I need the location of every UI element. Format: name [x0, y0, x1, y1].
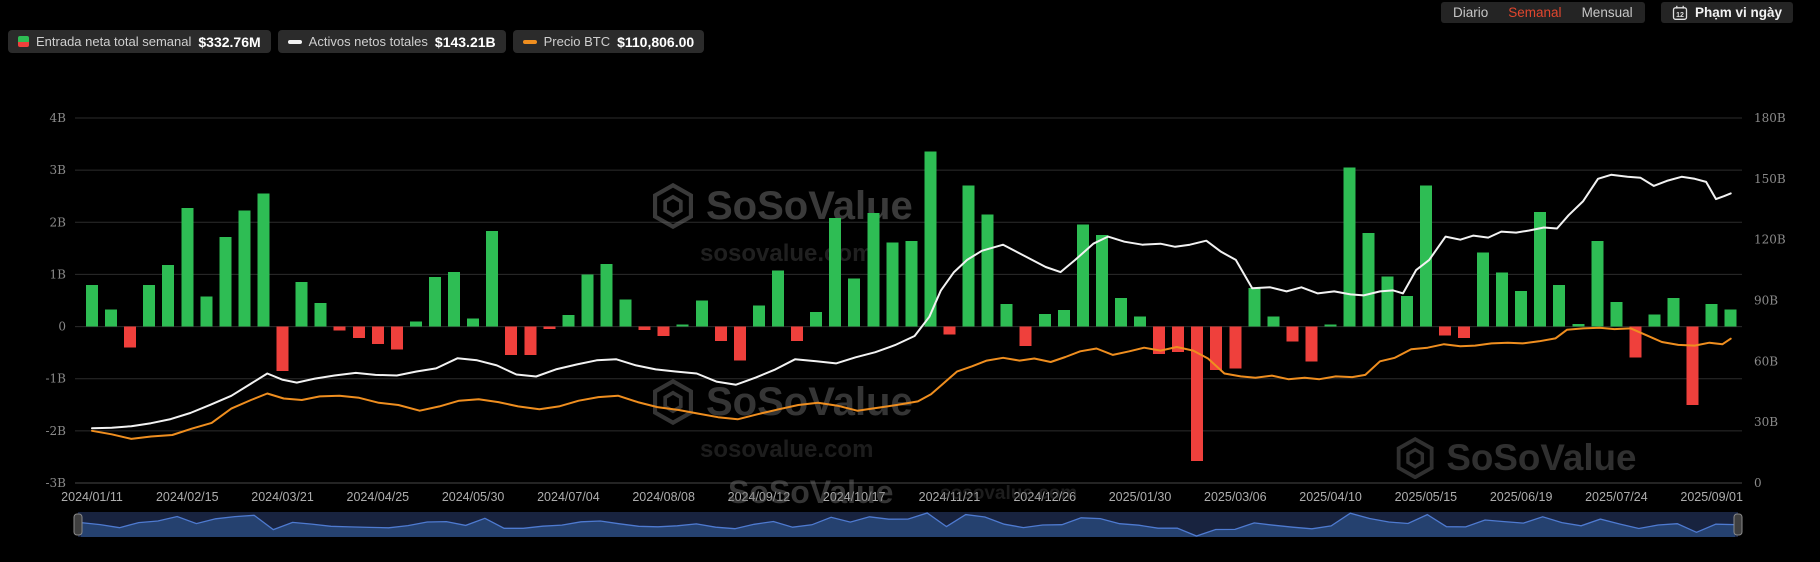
white-dash-icon	[287, 39, 302, 44]
legend-label: Activos netos totales	[308, 34, 428, 49]
nav-handle-left[interactable]	[73, 513, 83, 536]
range-navigator[interactable]	[0, 0, 1820, 562]
calendar-icon: 12	[1672, 5, 1688, 20]
date-range-label: Phạm vi ngày	[1695, 5, 1783, 20]
legend-value: $110,806.00	[617, 33, 695, 50]
tab-diario[interactable]: Diario	[1453, 5, 1488, 20]
date-range-button[interactable]: 12 Phạm vi ngày	[1661, 2, 1794, 23]
tab-semanal[interactable]: Semanal	[1508, 5, 1561, 20]
legend-value: $143.21B	[434, 33, 496, 50]
orange-dash-icon	[522, 39, 537, 44]
legend: Entrada neta total semanal $332.76M Acti…	[8, 30, 705, 53]
btc-etf-chart-app: Entrada neta total semanal $332.76M Acti…	[0, 0, 1820, 562]
legend-value: $332.76M	[198, 33, 261, 50]
legend-label: Precio BTC	[543, 34, 611, 49]
period-tabs: Diario Semanal Mensual	[1441, 2, 1645, 23]
tab-mensual[interactable]: Mensual	[1582, 5, 1633, 20]
bar-series-icon	[18, 36, 29, 47]
nav-handle-right[interactable]	[1733, 513, 1743, 536]
calendar-icon-day: 12	[1676, 12, 1684, 19]
legend-label: Entrada neta total semanal	[36, 34, 192, 49]
legend-item-btc-price[interactable]: Precio BTC $110,806.00	[512, 30, 705, 53]
legend-item-weekly-inflow[interactable]: Entrada neta total semanal $332.76M	[8, 30, 271, 53]
legend-item-net-assets[interactable]: Activos netos totales $143.21B	[277, 30, 506, 53]
